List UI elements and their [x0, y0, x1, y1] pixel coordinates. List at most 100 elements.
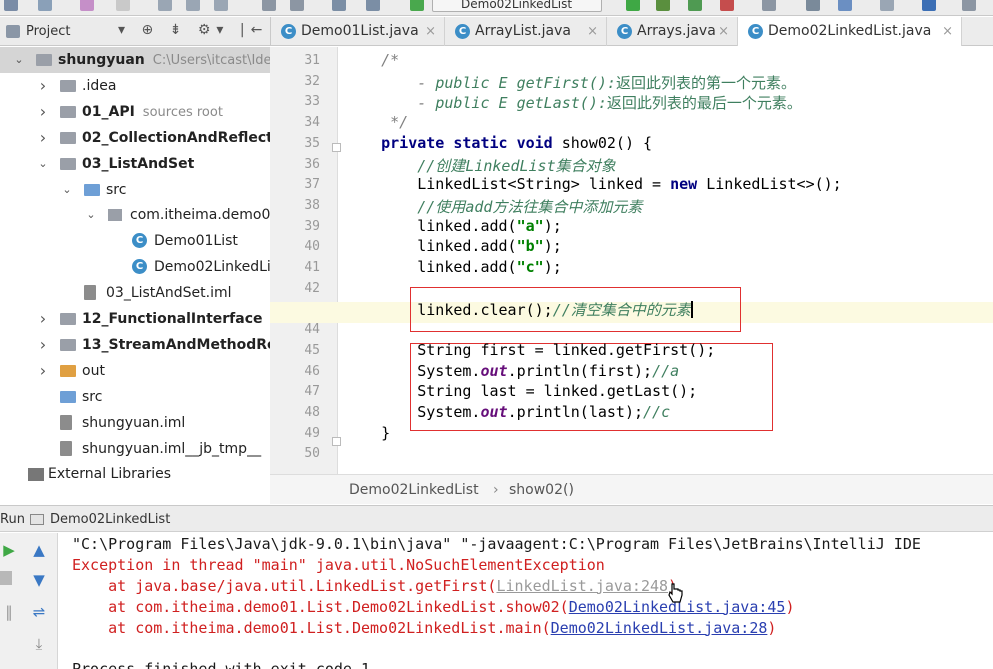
run-console[interactable]: "C:\Program Files\Java\jdk-9.0.1\bin\jav… [58, 533, 993, 669]
code-line[interactable]: //创建LinkedList集合对象 [345, 155, 615, 176]
breadcrumb-class[interactable]: Demo02LinkedList [349, 475, 479, 505]
tree-item[interactable]: ⌄ src [0, 177, 270, 203]
build-icon[interactable] [410, 0, 424, 11]
code-line[interactable]: linked.add("b"); [345, 237, 562, 255]
code-line[interactable]: } [345, 424, 390, 442]
tree-item[interactable]: › 13_StreamAndMethodRefere [0, 332, 270, 358]
chevron-down-icon[interactable]: ⌄ [38, 151, 48, 177]
code-token: ); [543, 237, 562, 256]
tree-item[interactable]: › out [0, 358, 270, 384]
tree-item[interactable]: shungyuan.iml__jb_tmp__ [0, 436, 270, 462]
scroll-end-icon[interactable]: ⤓ [30, 635, 48, 653]
editor-tab[interactable]: C Arrays.java × [607, 17, 738, 46]
editor-tab[interactable]: C ArrayList.java × [445, 17, 607, 46]
help-icon[interactable] [922, 0, 936, 11]
chevron-right-icon[interactable]: › [38, 306, 48, 332]
code-line[interactable]: - public E getFirst():返回此列表的第一个元素。 [345, 72, 796, 93]
code-line[interactable]: //使用add方法往集合中添加元素 [345, 196, 642, 217]
chevron-right-icon[interactable]: › [38, 125, 48, 151]
coverage-icon[interactable] [688, 0, 702, 11]
paste-icon[interactable] [214, 0, 228, 11]
code-line[interactable]: /* [345, 51, 399, 69]
tree-item[interactable]: ⌄ com.itheima.demo01.L [0, 202, 270, 228]
chevron-right-icon[interactable]: › [38, 73, 48, 99]
chevron-right-icon[interactable]: › [38, 358, 48, 384]
chevron-right-icon[interactable]: › [38, 99, 48, 125]
code-line[interactable]: - public E getLast():返回此列表的最后一个元素。 [345, 92, 802, 113]
undo-icon[interactable] [80, 0, 94, 11]
forward-icon[interactable] [366, 0, 380, 11]
replace-icon[interactable] [290, 0, 304, 11]
fold-marker[interactable] [332, 437, 341, 446]
editor-tab[interactable]: C Demo02LinkedList.java × [738, 17, 962, 46]
code-line[interactable]: linked.add("a"); [345, 217, 562, 235]
up-stack-icon[interactable]: ▲ [30, 541, 48, 559]
down-stack-icon[interactable]: ▼ [30, 571, 48, 589]
save-icon[interactable] [4, 0, 18, 11]
run-config-name[interactable]: Demo02LinkedList [50, 506, 170, 533]
code-token: .println(last); [507, 402, 644, 421]
rerun-icon[interactable]: ▶ [0, 541, 18, 559]
project-toolbar-icons[interactable]: ▾ ⊕ ⇟ ⚙▾ |← [118, 22, 268, 38]
folder-icon [36, 54, 52, 66]
tree-item[interactable]: C Demo01List [0, 228, 270, 254]
code-editor[interactable]: 3132333435363738394041424344454647484950… [270, 47, 993, 474]
run-config-select[interactable]: Demo02LinkedList [432, 0, 602, 12]
tree-item[interactable]: › 01_API sources root [0, 99, 270, 125]
code-line[interactable]: LinkedList<String> linked = new LinkedLi… [345, 175, 841, 193]
structure-icon[interactable] [838, 0, 852, 11]
close-icon[interactable]: × [425, 17, 436, 46]
console-line: at com.itheima.demo01.List.Demo02LinkedL… [72, 619, 776, 637]
tree-item[interactable]: ⌄ shungyuan C:\Users\itcast\Idea [0, 47, 270, 73]
vcs-icon[interactable] [762, 0, 776, 11]
back-icon[interactable] [332, 0, 346, 11]
chevron-down-icon[interactable]: ⌄ [86, 202, 96, 228]
code-line[interactable]: String last = linked.getLast(); [345, 382, 697, 400]
tree-item[interactable]: src [0, 384, 270, 410]
sdk-icon[interactable] [880, 0, 894, 11]
debug-icon[interactable] [656, 0, 670, 11]
stacktrace-link[interactable]: LinkedList.java:248 [496, 577, 668, 595]
tree-item[interactable]: ⌄ 03_ListAndSet [0, 151, 270, 177]
tree-item[interactable]: C Demo02LinkedList [0, 254, 270, 280]
tree-item[interactable]: shungyuan.iml [0, 410, 270, 436]
soft-wrap-icon[interactable]: ⇌ [30, 603, 48, 621]
stop-icon[interactable] [720, 0, 734, 11]
fold-marker[interactable] [332, 143, 341, 152]
cut-icon[interactable] [158, 0, 172, 11]
tree-item[interactable]: › .idea [0, 73, 270, 99]
tree-item-label: 02_CollectionAndReflect [82, 125, 270, 151]
breadcrumb-method[interactable]: show02() [509, 475, 574, 505]
settings-icon[interactable] [806, 0, 820, 11]
close-icon[interactable]: × [942, 17, 953, 46]
output-folder-icon [60, 364, 76, 377]
code-line[interactable]: linked.add("c"); [345, 258, 562, 276]
code-line[interactable]: String first = linked.getFirst(); [345, 341, 715, 359]
code-line[interactable]: */ [345, 113, 408, 131]
find-icon[interactable] [262, 0, 276, 11]
chevron-right-icon[interactable]: › [38, 332, 48, 358]
tree-item[interactable]: › 12_FunctionalInterfacesour [0, 306, 270, 332]
stacktrace-link[interactable]: Demo02LinkedList.java:28 [551, 619, 768, 637]
chevron-down-icon[interactable]: ⌄ [62, 177, 72, 203]
code-line[interactable]: private static void show02() { [345, 134, 652, 152]
redo-icon[interactable] [116, 0, 130, 11]
pause-icon[interactable]: ‖ [0, 603, 18, 621]
window-icon[interactable] [962, 0, 976, 11]
copy-icon[interactable] [186, 0, 200, 11]
editor-tab[interactable]: C Demo01List.java × [271, 17, 445, 46]
code-line[interactable]: linked.clear();//清空集合中的元素 [345, 299, 693, 320]
chevron-down-icon[interactable]: ⌄ [14, 47, 24, 73]
sync-icon[interactable] [38, 0, 52, 11]
tree-item-label: shungyuan.iml__jb_tmp__ [82, 436, 261, 462]
close-icon[interactable]: × [587, 17, 598, 46]
stop-icon[interactable] [0, 571, 12, 585]
tree-item[interactable]: › 02_CollectionAndReflect [0, 125, 270, 151]
run-icon[interactable] [626, 0, 640, 11]
project-title[interactable]: Project [26, 24, 70, 39]
close-icon[interactable]: × [718, 17, 729, 46]
code-line[interactable]: System.out.println(last);//c [345, 403, 670, 421]
code-line[interactable]: System.out.println(first);//a [345, 362, 679, 380]
tree-item[interactable]: External Libraries [0, 461, 270, 487]
tree-item[interactable]: 03_ListAndSet.iml [0, 280, 270, 306]
